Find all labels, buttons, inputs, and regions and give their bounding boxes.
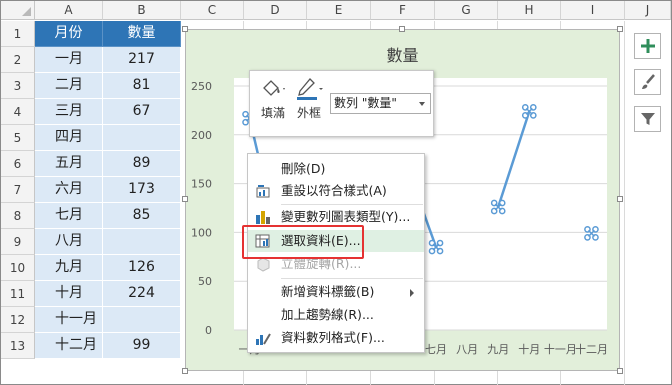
paint-bucket-icon bbox=[263, 80, 285, 96]
column-header-f[interactable]: F bbox=[371, 1, 435, 20]
y-tick-label: 50 bbox=[198, 275, 212, 288]
row-header[interactable]: 7 bbox=[1, 177, 35, 203]
column-header-b[interactable]: B bbox=[103, 1, 181, 20]
highlight-box bbox=[242, 225, 364, 259]
x-tick-label: 十一月 bbox=[544, 342, 577, 356]
menu-item-label: 加上趨勢線(R)... bbox=[281, 307, 374, 322]
amount-cell[interactable]: 85 bbox=[103, 203, 181, 229]
menu-separator bbox=[281, 278, 423, 279]
format-mini-toolbar: 填滿 外框 數列 "數量" bbox=[249, 70, 434, 137]
amount-cell[interactable]: 224 bbox=[103, 281, 181, 307]
column-header-j[interactable]: J bbox=[625, 1, 671, 20]
series-selector-dropdown[interactable]: 數列 "數量" bbox=[330, 93, 431, 114]
month-cell[interactable]: 十二月 bbox=[35, 333, 103, 359]
row-header[interactable]: 11 bbox=[1, 281, 35, 307]
y-tick-label: 100 bbox=[191, 226, 212, 239]
chart-type-icon bbox=[256, 211, 270, 224]
table-header-amount[interactable]: 數量 bbox=[103, 21, 181, 47]
row-header[interactable]: 9 bbox=[1, 229, 35, 255]
column-header-a[interactable]: A bbox=[35, 1, 103, 20]
month-cell[interactable]: 六月 bbox=[35, 177, 103, 203]
x-tick-label: 十月 bbox=[518, 342, 540, 356]
month-cell[interactable]: 十月 bbox=[35, 281, 103, 307]
month-cell[interactable]: 一月 bbox=[35, 47, 103, 73]
column-header-i[interactable]: I bbox=[561, 1, 625, 20]
menu-separator bbox=[281, 204, 423, 205]
plus-icon bbox=[640, 39, 655, 53]
month-cell[interactable]: 十一月 bbox=[35, 307, 103, 333]
amount-cell[interactable]: 89 bbox=[103, 151, 181, 177]
menu-item-label: 新增資料標籤(B) bbox=[281, 284, 375, 299]
chart-styles-button[interactable] bbox=[634, 69, 661, 95]
submenu-arrow-icon bbox=[410, 289, 414, 297]
row-header[interactable]: 8 bbox=[1, 203, 35, 229]
x-tick-label: 九月 bbox=[487, 343, 509, 356]
row-header[interactable]: 3 bbox=[1, 73, 35, 99]
row-header[interactable]: 13 bbox=[1, 333, 35, 359]
x-tick-label: 七月 bbox=[425, 343, 447, 356]
filter-icon bbox=[640, 113, 655, 125]
row-header[interactable]: 5 bbox=[1, 125, 35, 151]
amount-cell[interactable] bbox=[103, 229, 181, 255]
fill-button[interactable]: 填滿 bbox=[256, 77, 290, 121]
amount-cell[interactable] bbox=[103, 125, 181, 151]
column-header-c[interactable]: C bbox=[181, 1, 244, 20]
amount-cell[interactable]: 99 bbox=[103, 333, 181, 359]
row-header[interactable]: 6 bbox=[1, 151, 35, 177]
row-header[interactable]: 4 bbox=[1, 99, 35, 125]
outline-label: 外框 bbox=[296, 106, 321, 120]
format-series-icon bbox=[256, 333, 271, 345]
x-tick-label: 八月 bbox=[456, 343, 478, 356]
column-header-d[interactable]: D bbox=[244, 1, 307, 20]
month-cell[interactable]: 七月 bbox=[35, 203, 103, 229]
month-cell[interactable]: 三月 bbox=[35, 99, 103, 125]
select-all-corner[interactable] bbox=[1, 1, 35, 20]
gridline bbox=[624, 21, 625, 385]
menu-item-add-data-labels[interactable]: 新增資料標籤(B) bbox=[248, 281, 424, 303]
y-tick-label: 0 bbox=[205, 324, 212, 337]
menu-item-add-trendline[interactable]: 加上趨勢線(R)... bbox=[248, 304, 424, 326]
month-cell[interactable]: 二月 bbox=[35, 73, 103, 99]
column-header-g[interactable]: G bbox=[435, 1, 498, 20]
amount-cell[interactable]: 173 bbox=[103, 177, 181, 203]
month-cell[interactable]: 五月 bbox=[35, 151, 103, 177]
menu-item-label: 變更數列圖表類型(Y)... bbox=[281, 209, 411, 224]
reset-style-icon bbox=[256, 185, 270, 198]
y-tick-label: 250 bbox=[191, 80, 212, 93]
menu-item-reset-style[interactable]: 重設以符合樣式(A) bbox=[248, 180, 424, 202]
column-header-e[interactable]: E bbox=[307, 1, 371, 20]
row-header[interactable]: 1 bbox=[1, 21, 35, 47]
chart-filters-button[interactable] bbox=[634, 106, 661, 132]
amount-cell[interactable]: 126 bbox=[103, 255, 181, 281]
month-cell[interactable]: 八月 bbox=[35, 229, 103, 255]
month-cell[interactable]: 九月 bbox=[35, 255, 103, 281]
y-tick-label: 200 bbox=[191, 129, 212, 142]
amount-cell[interactable]: 67 bbox=[103, 99, 181, 125]
table-header-month[interactable]: 月份 bbox=[35, 21, 103, 47]
amount-cell[interactable]: 81 bbox=[103, 73, 181, 99]
menu-item-label: 刪除(D) bbox=[281, 161, 326, 176]
month-cell[interactable]: 四月 bbox=[35, 125, 103, 151]
outline-button[interactable]: 外框 bbox=[292, 77, 326, 121]
row-header[interactable]: 2 bbox=[1, 47, 35, 73]
menu-item-delete[interactable]: 刪除(D) bbox=[248, 158, 424, 180]
fill-label: 填滿 bbox=[260, 106, 285, 120]
row-header[interactable]: 10 bbox=[1, 255, 35, 281]
menu-item-label: 資料數列格式(F)... bbox=[281, 330, 385, 345]
chart-elements-button[interactable] bbox=[634, 33, 661, 59]
menu-item-label: 重設以符合樣式(A) bbox=[281, 183, 387, 198]
column-header-h[interactable]: H bbox=[498, 1, 561, 20]
paintbrush-icon bbox=[641, 74, 655, 89]
row-header[interactable]: 12 bbox=[1, 307, 35, 333]
pen-outline-icon bbox=[297, 78, 323, 100]
menu-item-format-data-series[interactable]: 資料數列格式(F)... bbox=[248, 327, 424, 349]
amount-cell[interactable] bbox=[103, 307, 181, 333]
y-tick-label: 150 bbox=[191, 178, 212, 191]
amount-cell[interactable]: 217 bbox=[103, 47, 181, 73]
x-tick-label: 十二月 bbox=[575, 342, 608, 356]
